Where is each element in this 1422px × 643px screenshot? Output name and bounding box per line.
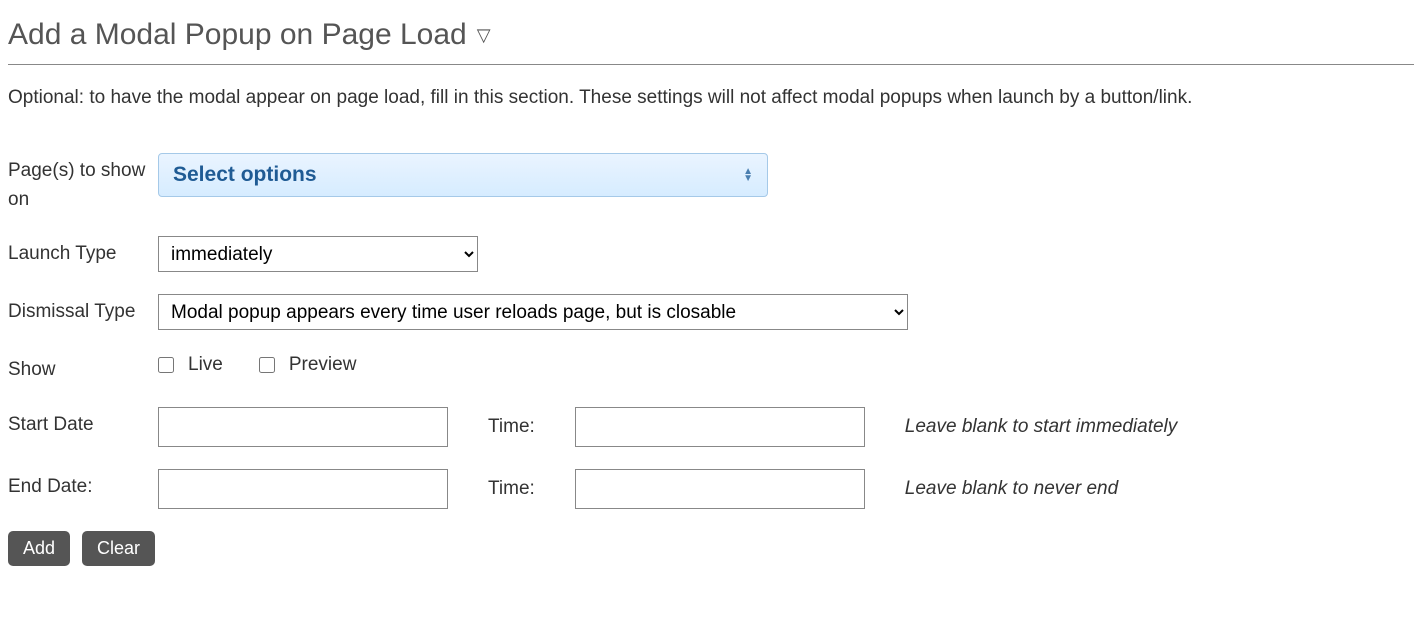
launch-type-select[interactable]: immediately [158, 236, 478, 272]
start-time-input[interactable] [575, 407, 865, 447]
pages-multiselect[interactable]: Select options ▲▼ [158, 153, 768, 197]
preview-checkbox-label[interactable]: Preview [259, 354, 357, 376]
live-checkbox[interactable] [158, 357, 174, 373]
section-description: Optional: to have the modal appear on pa… [8, 83, 1414, 113]
end-time-label: Time: [488, 478, 535, 500]
end-date-label: End Date: [8, 469, 158, 502]
dismissal-type-label: Dismissal Type [8, 294, 158, 327]
start-date-input[interactable] [158, 407, 448, 447]
chevron-down-icon: ▽ [477, 25, 491, 46]
end-time-input[interactable] [575, 469, 865, 509]
pages-placeholder: Select options [173, 163, 317, 187]
preview-checkbox[interactable] [259, 357, 275, 373]
section-heading[interactable]: Add a Modal Popup on Page Load ▽ [8, 8, 1414, 65]
sort-icon: ▲▼ [743, 168, 753, 182]
show-label: Show [8, 352, 158, 385]
start-date-hint: Leave blank to start immediately [905, 416, 1177, 438]
live-checkbox-label[interactable]: Live [158, 354, 223, 376]
start-date-label: Start Date [8, 407, 158, 440]
add-button[interactable]: Add [8, 531, 70, 566]
end-date-hint: Leave blank to never end [905, 478, 1118, 500]
start-time-label: Time: [488, 416, 535, 438]
launch-type-label: Launch Type [8, 236, 158, 269]
dismissal-type-select[interactable]: Modal popup appears every time user relo… [158, 294, 908, 330]
form: Page(s) to show on Select options ▲▼ Lau… [8, 153, 1414, 566]
pages-label: Page(s) to show on [8, 153, 158, 214]
clear-button[interactable]: Clear [82, 531, 155, 566]
end-date-input[interactable] [158, 469, 448, 509]
section-heading-text: Add a Modal Popup on Page Load [8, 18, 467, 52]
